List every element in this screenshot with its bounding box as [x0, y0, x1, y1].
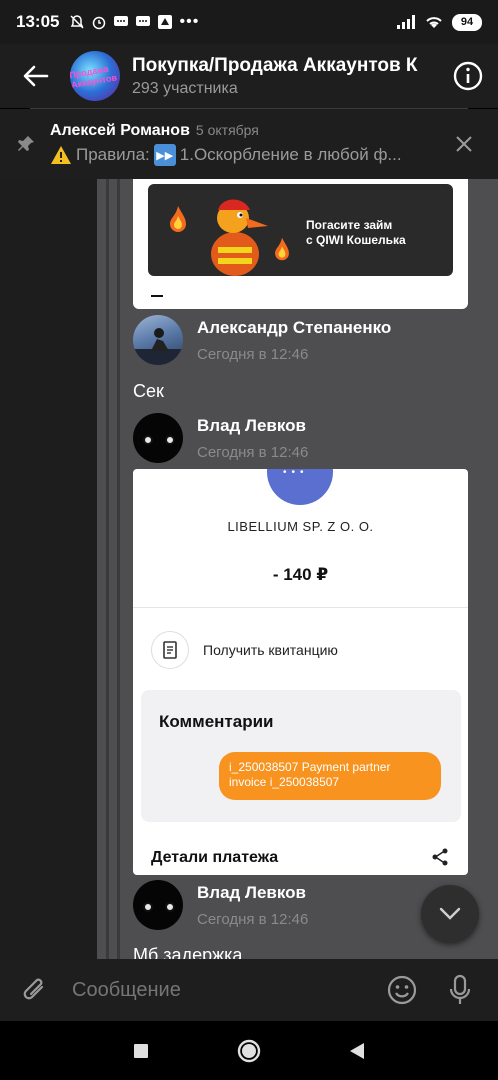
wifi-icon: [426, 17, 442, 28]
chat-header: Продажа Аккаунтов Покупка/Продажа Аккаун…: [0, 44, 498, 108]
ad-line-1: Погасите займ: [306, 218, 393, 232]
person-photo: [133, 328, 183, 365]
comment-line-1: i_250038507 Payment partner: [229, 760, 391, 774]
signal-icon: [397, 15, 415, 29]
bird-mascot-icon: [211, 199, 268, 276]
message-header: Влад Левков Сегодня в 12:46: [133, 413, 308, 463]
flame-icon: [170, 206, 186, 232]
chevron-down-icon: [439, 907, 461, 920]
receipt-company: LIBELLIUM SP. Z O. O.: [227, 519, 374, 534]
get-receipt-label: Получить квитанцию: [203, 642, 338, 658]
message-input[interactable]: [72, 978, 364, 1002]
triangle-back-icon: [350, 1042, 364, 1059]
message-header: Влад Левков Сегодня в 12:46: [133, 880, 308, 930]
info-button[interactable]: [448, 56, 488, 96]
comments-section: Комментарии i_250038507 Payment partner …: [141, 690, 461, 822]
cat-eye: [165, 902, 175, 912]
scroll-down-button[interactable]: [421, 885, 479, 943]
pinned-label: Правила:: [76, 145, 150, 164]
chat-avatar-logo: Продажа Аккаунтов: [70, 63, 118, 91]
close-icon: [456, 136, 472, 152]
circle-icon: [237, 1039, 261, 1062]
back-button[interactable]: [16, 56, 56, 96]
chat-bubble-icon: [114, 16, 129, 26]
payment-details-title: Детали платежа: [151, 849, 279, 866]
get-receipt-row: Получить квитанцию: [151, 631, 338, 669]
info-icon: [453, 61, 483, 91]
ad-banner: Погасите займ с QIWI Кошелька: [148, 184, 453, 276]
more-notifications-icon: •••: [179, 13, 200, 30]
cat-eye: [143, 435, 153, 445]
nav-back-button[interactable]: [343, 1037, 371, 1065]
ad-text: Погасите займ с QIWI Кошелька: [306, 218, 406, 248]
pin-icon: [18, 136, 34, 151]
chat-avatar[interactable]: Продажа Аккаунтов: [70, 51, 120, 101]
message-text: Сек: [133, 381, 164, 401]
fast-forward-icon: ▶▶: [153, 144, 176, 166]
smile-icon: [387, 975, 417, 1005]
sender-name[interactable]: Влад Левков: [197, 416, 308, 436]
ad-caption-fragment: [151, 295, 163, 297]
notification-icons: •••: [69, 13, 199, 31]
comments-title: Комментарии: [159, 712, 274, 731]
message-time: Сегодня в 12:46: [197, 910, 309, 928]
status-bar: 13:05 ••• 94: [0, 0, 498, 44]
square-icon: [134, 1043, 148, 1058]
warning-icon: [51, 146, 71, 164]
pinned-date: 5 октября: [195, 122, 259, 138]
message-header: Александр Степаненко Сегодня в 12:46: [133, 315, 391, 365]
pinned-author: Алексей Романов: [50, 122, 190, 139]
flame-icon: [275, 237, 289, 261]
member-count: 293 участника: [132, 79, 238, 97]
alarm-icon: [93, 16, 106, 30]
system-nav-bar: [0, 1021, 498, 1080]
logo-dots: •••: [283, 469, 309, 478]
receipt-amount: - 140 ₽: [272, 565, 329, 584]
pinned-text: 1.Оскорбление в любой ф...: [179, 145, 402, 164]
battery-indicator: 94: [452, 13, 482, 31]
recents-button[interactable]: [127, 1037, 155, 1065]
avatar[interactable]: [133, 880, 183, 930]
message-text: Мб задержка: [133, 945, 243, 959]
ad-line-2: с QIWI Кошелька: [306, 233, 406, 247]
share-icon: [432, 848, 448, 866]
chat-title: Покупка/Продажа Аккаунтов К: [132, 54, 418, 76]
chat-bubble-icon: [136, 16, 151, 26]
arrow-back-icon: [23, 65, 49, 87]
pinned-message[interactable]: Алексей Романов 5 октября Правила: ▶▶ 1.О…: [0, 109, 498, 179]
status-time: 13:05: [16, 12, 60, 31]
message-list[interactable]: Погасите займ с QIWI Кошелька Александр …: [0, 179, 498, 959]
sender-name[interactable]: Влад Левков: [197, 883, 308, 903]
comment-line-2: invoice i_250038507: [229, 775, 340, 789]
ad-card[interactable]: Погасите займ с QIWI Кошелька: [133, 179, 468, 309]
cat-eye: [143, 902, 153, 912]
mute-bell-icon: [70, 15, 85, 29]
avatar[interactable]: [133, 315, 183, 365]
comment-bubble: i_250038507 Payment partner invoice i_25…: [219, 752, 441, 800]
attach-button[interactable]: [18, 973, 52, 1007]
sender-name[interactable]: Александр Степаненко: [197, 318, 391, 338]
message-time: Сегодня в 12:46: [197, 345, 309, 363]
voice-record-button[interactable]: [440, 970, 480, 1010]
message-time: Сегодня в 12:46: [197, 443, 309, 461]
thread-lines: [106, 179, 120, 959]
chat-info[interactable]: Покупка/Продажа Аккаунтов К 293 участник…: [132, 55, 448, 98]
composer: [0, 959, 498, 1021]
home-button[interactable]: [235, 1037, 263, 1065]
app-notification-icon: [158, 15, 173, 29]
close-pinned-button[interactable]: [446, 126, 482, 162]
receipt-image[interactable]: ••• LIBELLIUM SP. Z O. O. - 140 ₽ Получи…: [133, 469, 468, 875]
emoji-button[interactable]: [382, 970, 422, 1010]
microphone-icon: [449, 974, 471, 1004]
cat-eye: [165, 435, 175, 445]
receipt-icon: [151, 631, 189, 669]
paperclip-icon: [23, 978, 44, 1000]
avatar[interactable]: [133, 413, 183, 463]
receipt-divider: [133, 607, 468, 608]
